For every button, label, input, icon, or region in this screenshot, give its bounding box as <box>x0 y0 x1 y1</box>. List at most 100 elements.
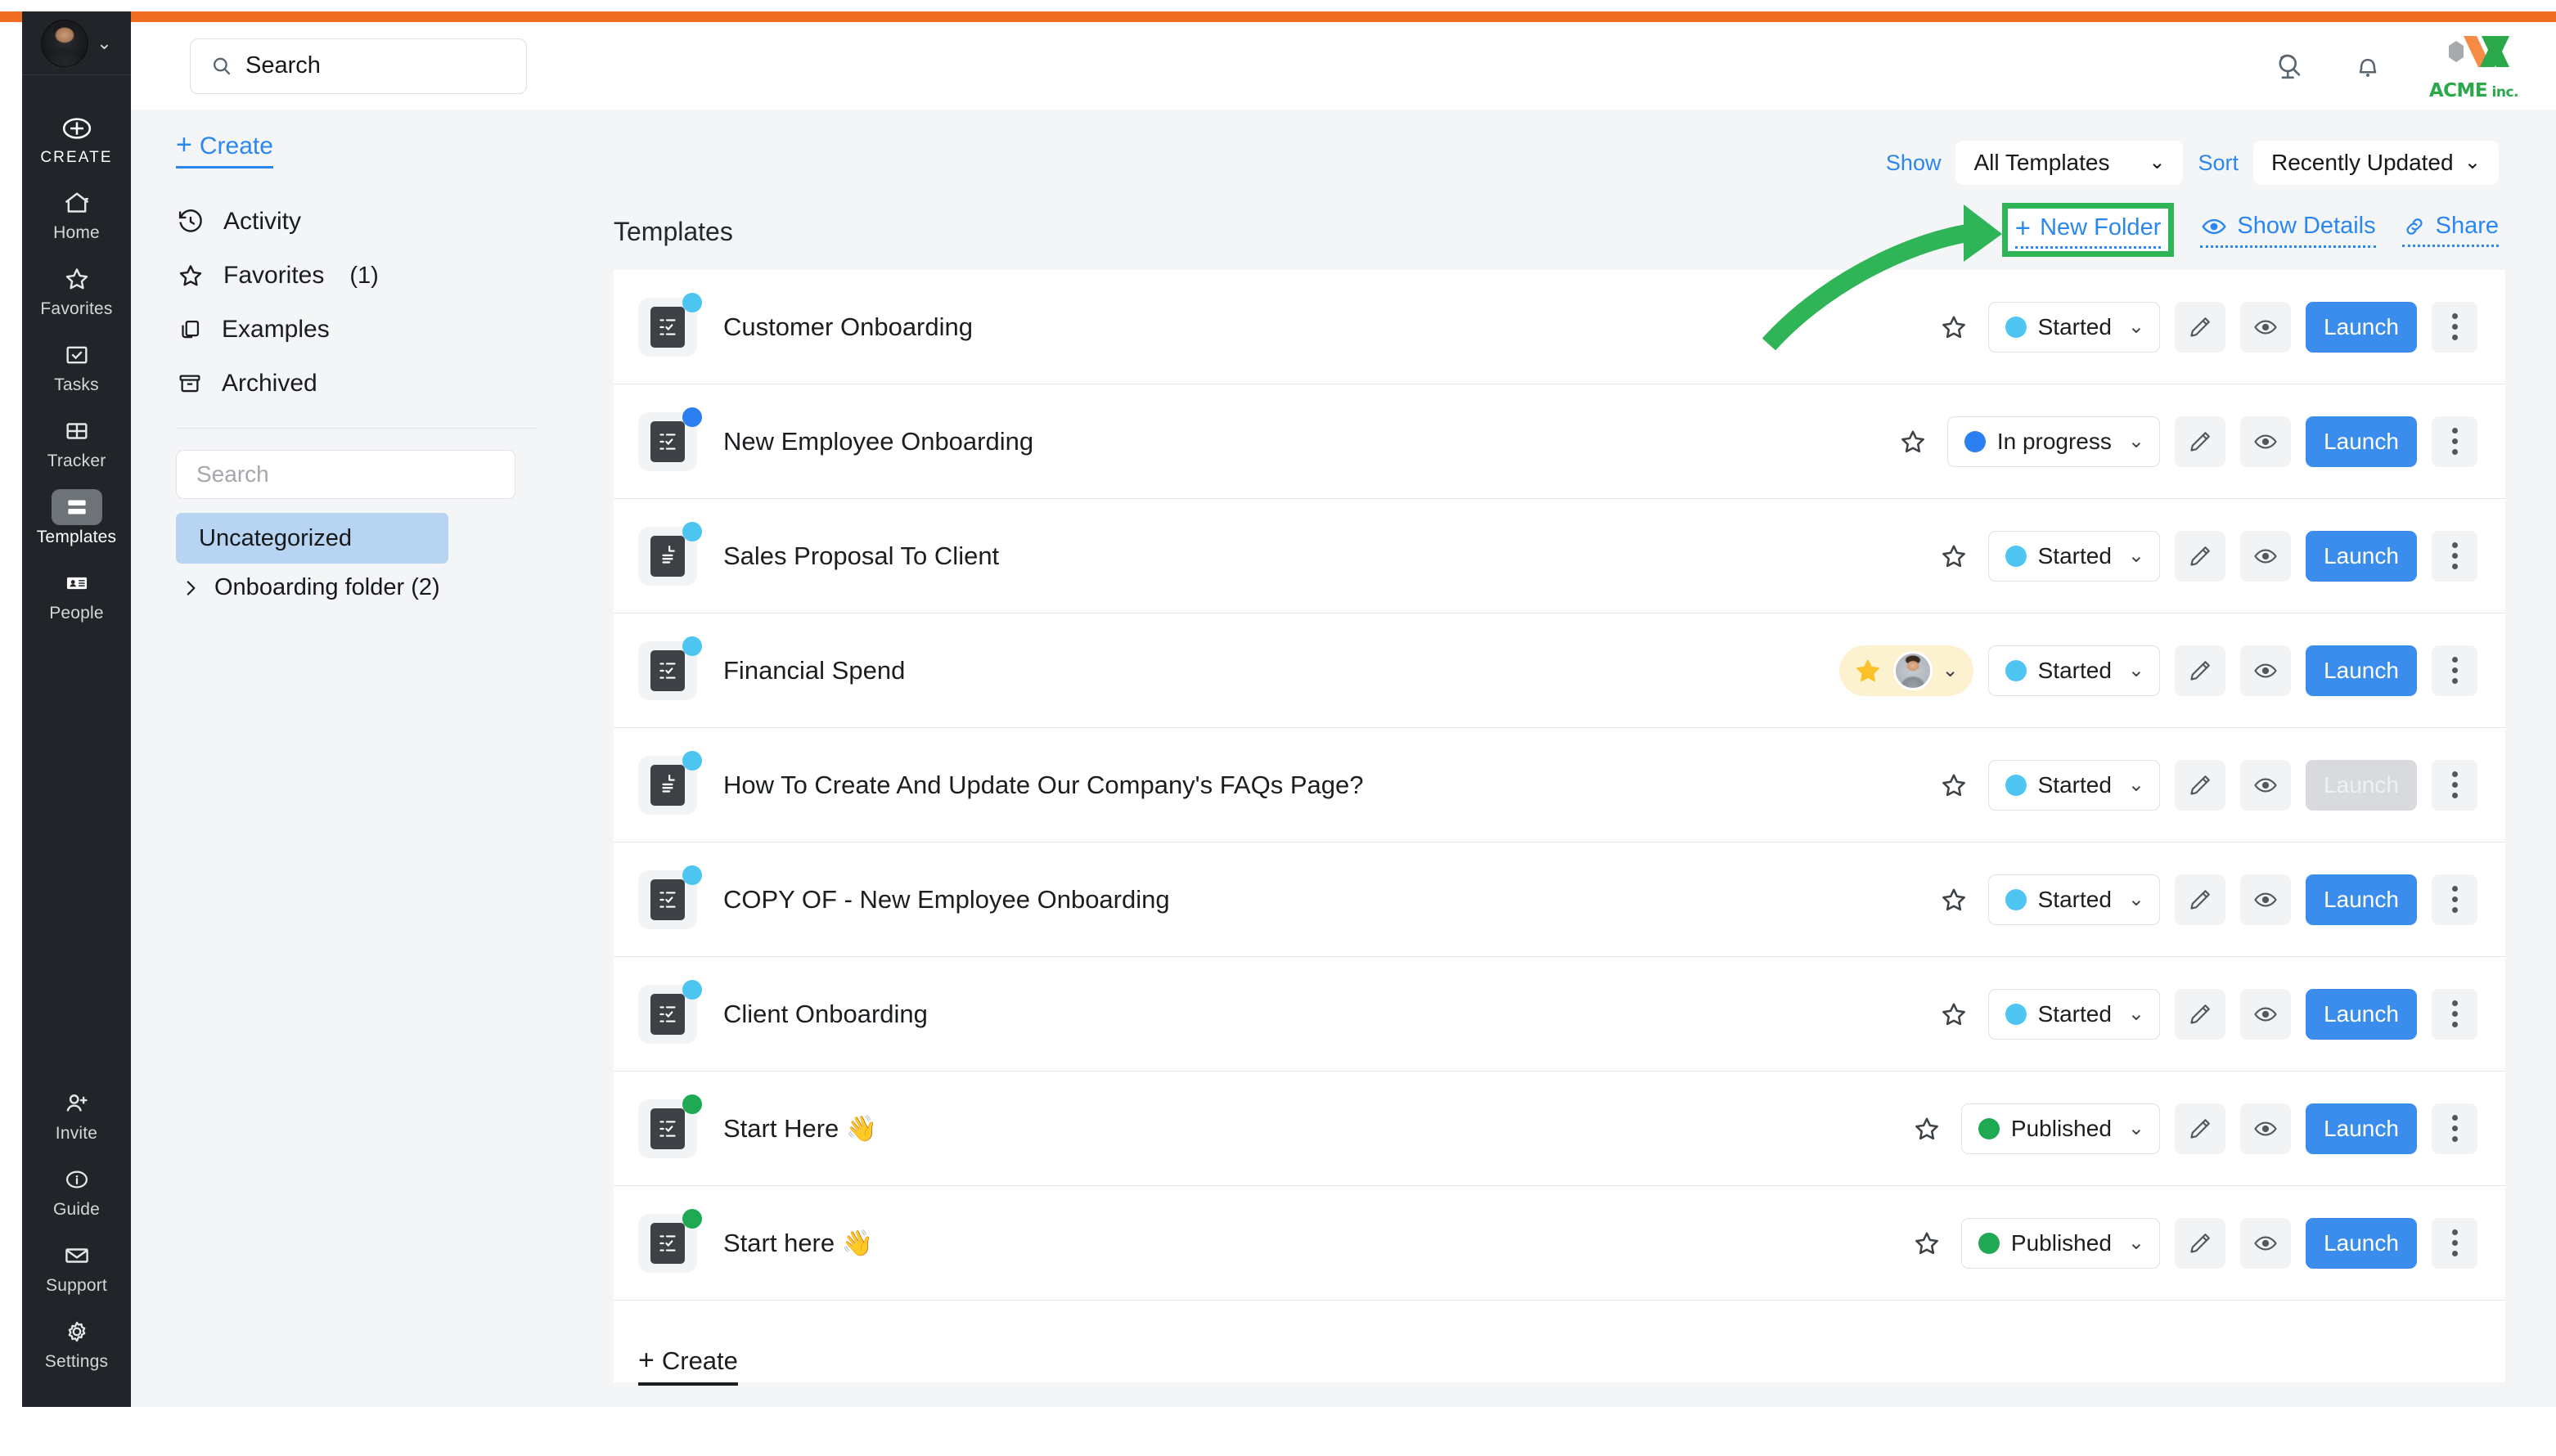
edit-button[interactable] <box>2175 530 2225 582</box>
status-dropdown[interactable]: In progress ⌄ <box>1946 416 2160 467</box>
table-row[interactable]: COPY OF - New Employee Onboarding Starte… <box>614 843 2505 957</box>
filter-toolbar: Show All Templates ⌄ Sort Recently Updat… <box>1886 141 2499 185</box>
preview-button[interactable] <box>2240 874 2291 925</box>
nav-item-activity[interactable]: Activity <box>176 195 536 249</box>
sidebar-item-settings[interactable]: Settings <box>22 1303 131 1379</box>
table-row[interactable]: Sales Proposal To Client Started ⌄ Launc… <box>614 499 2505 613</box>
status-dropdown[interactable]: Started ⌄ <box>1987 645 2160 696</box>
favorite-star-icon[interactable] <box>1907 1113 1946 1144</box>
edit-button[interactable] <box>2175 416 2225 467</box>
status-dropdown[interactable]: Started ⌄ <box>1987 874 2160 925</box>
more-options-button[interactable] <box>2432 759 2477 811</box>
more-options-button[interactable] <box>2432 1217 2477 1269</box>
favorite-star-icon[interactable] <box>1934 770 1973 801</box>
launch-button[interactable]: Launch <box>2306 530 2417 582</box>
share-button[interactable]: Share <box>2401 213 2499 247</box>
table-row[interactable]: New Employee Onboarding In progress ⌄ La… <box>614 384 2505 499</box>
sidebar-item-invite[interactable]: Invite <box>22 1075 131 1151</box>
table-row[interactable]: Client Onboarding Started ⌄ Launch <box>614 957 2505 1072</box>
folder-search-input[interactable]: Search <box>176 450 515 499</box>
show-details-label: Show Details <box>2237 213 2376 239</box>
launch-button[interactable]: Launch <box>2306 416 2417 467</box>
sidebar-item-support[interactable]: Support <box>22 1227 131 1303</box>
new-folder-button[interactable]: + New Folder <box>2014 214 2162 249</box>
edit-button[interactable] <box>2175 301 2225 353</box>
status-dropdown[interactable]: Published ⌄ <box>1960 1103 2160 1154</box>
globe-icon[interactable] <box>2272 49 2306 83</box>
launch-button[interactable]: Launch <box>2306 301 2417 353</box>
table-row[interactable]: Customer Onboarding Started ⌄ Launch <box>614 270 2505 384</box>
more-options-button[interactable] <box>2432 645 2477 696</box>
launch-button[interactable]: Launch <box>2306 1103 2417 1154</box>
table-row[interactable]: Financial Spend ⌄ Started ⌄ Launch <box>614 613 2505 728</box>
sort-select[interactable]: Recently Updated ⌄ <box>2253 141 2499 185</box>
more-options-button[interactable] <box>2432 988 2477 1040</box>
table-row[interactable]: Start here 👋 Published ⌄ Launch <box>614 1186 2505 1301</box>
preview-button[interactable] <box>2240 416 2291 467</box>
sidebar-item-people[interactable]: People <box>22 555 131 631</box>
more-options-button[interactable] <box>2432 530 2477 582</box>
status-dropdown[interactable]: Published ⌄ <box>1960 1217 2160 1269</box>
nav-item-label: Archived <box>222 370 317 397</box>
preview-button[interactable] <box>2240 645 2291 696</box>
folder-label: Onboarding folder (2) <box>214 574 440 600</box>
nav-item-examples[interactable]: Examples <box>176 303 536 357</box>
launch-button[interactable]: Launch <box>2306 874 2417 925</box>
chevron-down-icon: ⌄ <box>2127 544 2144 567</box>
favorite-star-icon[interactable] <box>1934 884 1973 915</box>
favorite-star-icon[interactable] <box>1934 541 1973 572</box>
edit-button[interactable] <box>2175 874 2225 925</box>
favorite-star-icon[interactable] <box>1934 312 1973 343</box>
chevron-down-icon[interactable]: ⌄ <box>97 34 111 52</box>
launch-button[interactable]: Launch <box>2306 988 2417 1040</box>
more-options-button[interactable] <box>2432 416 2477 467</box>
more-options-button[interactable] <box>2432 301 2477 353</box>
sidebar-profile[interactable]: ⌄ <box>22 11 131 75</box>
favorited-by-pill[interactable]: ⌄ <box>1838 645 1973 696</box>
status-dropdown[interactable]: Started ⌄ <box>1987 759 2160 811</box>
show-details-button[interactable]: Show Details <box>2200 213 2376 248</box>
sidebar-item-tasks[interactable]: Tasks <box>22 326 131 402</box>
launch-button[interactable]: Launch <box>2306 645 2417 696</box>
create-template-button[interactable]: + Create <box>638 1346 738 1386</box>
folder-item-uncategorized[interactable]: Uncategorized <box>176 513 448 564</box>
edit-button[interactable] <box>2175 1103 2225 1154</box>
preview-button[interactable] <box>2240 1103 2291 1154</box>
table-row[interactable]: Start Here 👋 Published ⌄ Launch <box>614 1072 2505 1186</box>
preview-button[interactable] <box>2240 1217 2291 1269</box>
chevron-down-icon: ⌄ <box>1942 658 1959 681</box>
launch-button[interactable]: Launch <box>2306 1217 2417 1269</box>
edit-button[interactable] <box>2175 1217 2225 1269</box>
create-button[interactable]: + Create <box>176 131 273 169</box>
sidebar-item-create[interactable]: CREATE <box>22 100 131 174</box>
edit-button[interactable] <box>2175 645 2225 696</box>
status-dropdown[interactable]: Started ⌄ <box>1987 988 2160 1040</box>
preview-button[interactable] <box>2240 301 2291 353</box>
table-row[interactable]: How To Create And Update Our Company's F… <box>614 728 2505 843</box>
sidebar-item-favorites[interactable]: Favorites <box>22 250 131 326</box>
status-dropdown[interactable]: Started ⌄ <box>1987 530 2160 582</box>
favorite-star-icon[interactable] <box>1934 999 1973 1030</box>
edit-button[interactable] <box>2175 759 2225 811</box>
bell-icon[interactable] <box>2352 51 2383 82</box>
more-options-button[interactable] <box>2432 874 2477 925</box>
sidebar-item-guide[interactable]: Guide <box>22 1151 131 1227</box>
favorite-star-icon[interactable] <box>1907 1228 1946 1259</box>
search-input[interactable]: Search <box>190 38 527 94</box>
more-options-button[interactable] <box>2432 1103 2477 1154</box>
favorite-star-icon[interactable] <box>1893 426 1933 457</box>
edit-button[interactable] <box>2175 988 2225 1040</box>
preview-button[interactable] <box>2240 530 2291 582</box>
preview-button[interactable] <box>2240 988 2291 1040</box>
show-filter-select[interactable]: All Templates ⌄ <box>1955 141 2184 185</box>
nav-item-archived[interactable]: Archived <box>176 357 536 411</box>
nav-item-favorites[interactable]: Favorites (1) <box>176 249 536 303</box>
sidebar-item-tracker[interactable]: Tracker <box>22 402 131 479</box>
folder-search-placeholder: Search <box>196 461 269 487</box>
status-dot <box>1978 1232 2000 1254</box>
sidebar-item-templates[interactable]: Templates <box>22 479 131 555</box>
status-dropdown[interactable]: Started ⌄ <box>1987 301 2160 353</box>
preview-button[interactable] <box>2240 759 2291 811</box>
folder-item-onboarding[interactable]: Onboarding folder (2) <box>176 574 536 601</box>
sidebar-item-home[interactable]: Home <box>22 174 131 250</box>
